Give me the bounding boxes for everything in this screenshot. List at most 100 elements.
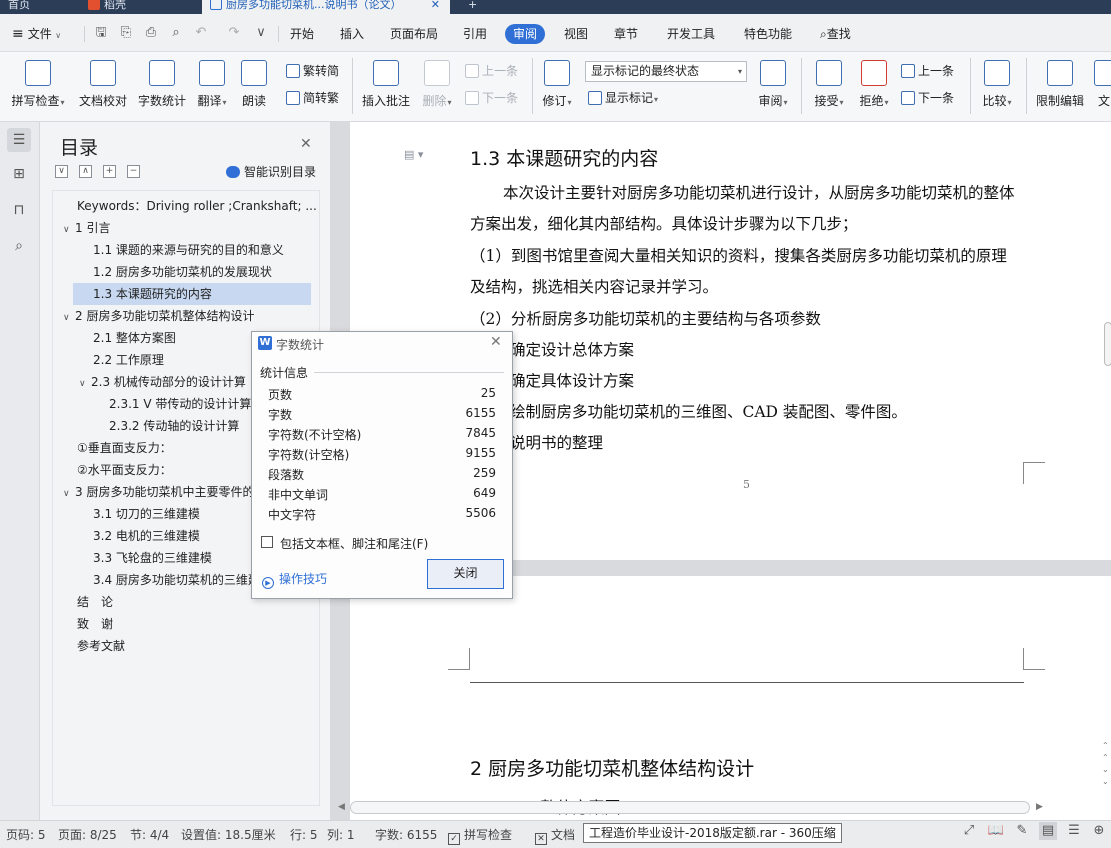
insert-comment-button[interactable]: 插入批注 xyxy=(360,60,412,109)
next-comment-label: 下一条 xyxy=(482,91,519,105)
toc-item[interactable]: 致 谢 xyxy=(53,613,319,635)
status-page-code[interactable]: 页码: 5 xyxy=(6,825,46,845)
file-menu[interactable]: ≡ 文件 ∨ xyxy=(12,24,61,44)
fullscreen-icon[interactable]: ⤢ xyxy=(960,822,978,840)
page-nav-arrows-icon[interactable]: ⌃ ⌃ ⌄ ⌄ xyxy=(1102,740,1109,788)
show-markup-button[interactable]: 显示标记▾ xyxy=(588,88,658,108)
tab-home[interactable]: 首页 xyxy=(0,0,80,14)
docer-icon xyxy=(88,0,100,10)
reading-mode-icon[interactable]: 📖 xyxy=(987,822,1005,840)
scroll-left-icon[interactable]: ◀ xyxy=(338,802,345,812)
menu-start[interactable]: 开始 xyxy=(290,24,314,44)
stats-group-label: 统计信息 xyxy=(260,366,309,380)
menu-references[interactable]: 引用 xyxy=(463,24,487,44)
toc-item[interactable]: 参考文献 xyxy=(53,635,319,657)
next-comment-icon xyxy=(465,91,479,105)
tab-document[interactable]: 厨房多功能切菜机...说明书（论文） ✕ xyxy=(202,0,450,14)
page-6: 2 厨房多功能切菜机整体结构设计 2.1 整体方案图 xyxy=(350,576,1111,820)
toc-item[interactable]: 1.1 课题的来源与研究的目的和意义 xyxy=(53,239,319,261)
word-count-button[interactable]: 字数统计 xyxy=(137,60,187,109)
paragraph-marker-icon[interactable]: ▤ ▾ xyxy=(404,148,423,161)
checkbox-x-icon: ✕ xyxy=(535,833,547,845)
outline-view-icon[interactable]: ☰ xyxy=(1065,822,1083,840)
include-textboxes-label[interactable]: 包括文本框、脚注和尾注(F) xyxy=(280,535,428,552)
toc-item[interactable]: ∨ 1 引言 xyxy=(53,217,319,239)
tips-link[interactable]: ▶ 操作技巧 xyxy=(262,570,327,589)
toc-pane-icon[interactable]: ☰ xyxy=(7,128,31,152)
menu-insert[interactable]: 插入 xyxy=(340,24,364,44)
search-command[interactable]: ⌕查找 xyxy=(820,24,851,44)
status-page[interactable]: 页面: 8/25 xyxy=(58,825,117,845)
expand-level-icon[interactable]: ∧ xyxy=(79,165,92,178)
menu-review[interactable]: 审阅 xyxy=(505,24,546,44)
simp-trad-button[interactable]: 简转繁 xyxy=(286,88,339,108)
status-doc-check[interactable]: ✕ 文档 xyxy=(535,825,575,845)
smart-toc-button[interactable]: 智能识别目录 xyxy=(226,163,316,180)
restrict-edit-button[interactable]: 限制编辑 xyxy=(1034,60,1086,109)
page-view-icon[interactable]: ▤ xyxy=(1039,822,1057,840)
review-pane-button[interactable]: 审阅▾ xyxy=(755,60,791,109)
status-spell-check[interactable]: ✓ 拼写检查 xyxy=(448,825,512,845)
add-heading-icon[interactable]: + xyxy=(103,165,116,178)
next-comment-button[interactable]: 下一条 xyxy=(465,88,518,108)
status-word-count[interactable]: 字数: 6155 xyxy=(375,825,437,845)
translate-button[interactable]: 翻译▾ xyxy=(195,60,229,109)
redo-icon[interactable]: ↷ xyxy=(226,25,242,41)
chapter-nav-icon[interactable]: ⊞ xyxy=(7,162,31,186)
web-view-icon[interactable]: ⊕ xyxy=(1090,822,1108,840)
customize-chevron-icon[interactable]: ∨ xyxy=(253,25,269,41)
read-aloud-button[interactable]: 朗读 xyxy=(239,60,269,109)
document-more-button[interactable]: 文 xyxy=(1094,60,1111,109)
export-pdf-icon[interactable]: ⎘ xyxy=(118,25,134,41)
chevron-down-icon[interactable]: ∨ xyxy=(63,307,75,327)
toc-item[interactable]: ∨ 2 厨房多功能切菜机整体结构设计 xyxy=(53,305,319,327)
menu-developer[interactable]: 开发工具 xyxy=(667,24,715,44)
bookmark-icon[interactable]: ⊓ xyxy=(7,198,31,222)
menu-view[interactable]: 视图 xyxy=(564,24,588,44)
delete-comment-icon xyxy=(424,60,450,86)
search-icon[interactable]: ⌕ xyxy=(7,234,31,258)
tab-docer[interactable]: 稻壳 xyxy=(80,0,190,14)
menu-page-layout[interactable]: 页面布局 xyxy=(390,24,438,44)
prev-comment-button[interactable]: 上一条 xyxy=(465,61,518,81)
delete-comment-button[interactable]: 删除▾ xyxy=(418,60,456,109)
markup-mode-select[interactable]: 显示标记的最终状态 ▾ xyxy=(585,61,747,82)
close-icon[interactable]: ✕ xyxy=(300,136,312,152)
collapse-all-icon[interactable]: ∨ xyxy=(55,165,68,178)
toc-item[interactable]: Keywords：Driving roller ;Crankshaft; ... xyxy=(53,195,319,217)
trad-simp-button[interactable]: 繁转简 xyxy=(286,61,339,81)
vertical-scroll-handle[interactable] xyxy=(1104,322,1111,366)
close-icon[interactable]: ✕ xyxy=(490,334,502,350)
chevron-down-icon[interactable]: ∨ xyxy=(79,373,91,393)
undo-icon[interactable]: ↶ xyxy=(193,25,209,41)
print-preview-icon[interactable]: ⌕ xyxy=(168,25,184,41)
prev-change-button[interactable]: 上一条 xyxy=(901,61,954,81)
toc-item-label: 2.1 整体方案图 xyxy=(93,331,176,345)
new-tab-button[interactable]: + xyxy=(460,0,485,14)
horizontal-scrollbar[interactable] xyxy=(350,801,1030,814)
toc-item-label: 2 厨房多功能切菜机整体结构设计 xyxy=(75,309,255,323)
include-textboxes-checkbox[interactable] xyxy=(261,536,273,548)
proofread-button[interactable]: 文档校对 xyxy=(77,60,129,109)
scroll-right-icon[interactable]: ▶ xyxy=(1036,802,1043,812)
toc-item-label: 3.3 飞轮盘的三维建模 xyxy=(93,551,212,565)
pen-icon[interactable]: ✎ xyxy=(1013,822,1031,840)
status-bar: 页码: 5 页面: 8/25 节: 4/4 设置值: 18.5厘米 行: 5 列… xyxy=(0,820,1111,848)
menu-special[interactable]: 特色功能 xyxy=(744,24,792,44)
close-button[interactable]: 关闭 xyxy=(427,559,504,589)
compare-button[interactable]: 比较▾ xyxy=(978,60,1016,109)
reject-button[interactable]: 拒绝▾ xyxy=(855,60,893,109)
revise-button[interactable]: 修订▾ xyxy=(538,60,576,109)
remove-heading-icon[interactable]: − xyxy=(127,165,140,178)
save-icon[interactable]: 🖫 xyxy=(93,25,109,41)
menu-chapter[interactable]: 章节 xyxy=(614,24,638,44)
next-change-button[interactable]: 下一条 xyxy=(901,88,954,108)
toc-item[interactable]: 1.3 本课题研究的内容 xyxy=(73,283,311,305)
spell-check-button[interactable]: 拼写检查▾ xyxy=(8,60,68,109)
accept-button[interactable]: 接受▾ xyxy=(810,60,848,109)
toc-item[interactable]: 1.2 厨房多功能切菜机的发展现状 xyxy=(53,261,319,283)
chevron-down-icon[interactable]: ∨ xyxy=(63,219,75,239)
print-icon[interactable]: ⎙ xyxy=(143,25,159,41)
chevron-down-icon[interactable]: ∨ xyxy=(63,483,75,503)
tab-close-icon[interactable]: ✕ xyxy=(431,0,440,14)
